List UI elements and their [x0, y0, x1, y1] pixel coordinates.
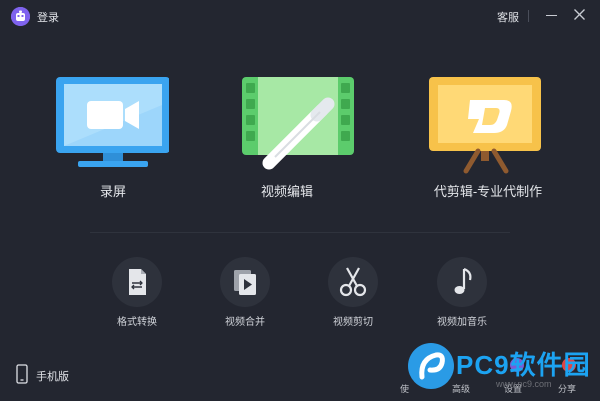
- feature-video-edit[interactable]: 视频编辑: [217, 75, 357, 205]
- file-convert-icon: [129, 269, 146, 295]
- mobile-version-label: 手机版: [36, 371, 69, 383]
- tool-add-music[interactable]: 视频加音乐: [422, 257, 502, 328]
- login-link[interactable]: 登录: [37, 9, 59, 25]
- tool-label: 格式转换: [117, 317, 157, 328]
- section-divider: [90, 232, 510, 233]
- tool-circle: [220, 257, 270, 307]
- tool-video-cut[interactable]: 视频剪切: [313, 257, 393, 328]
- support-link[interactable]: 客服: [497, 9, 519, 25]
- tool-label: 视频剪切: [333, 317, 373, 328]
- music-note-icon: [454, 267, 472, 294]
- watermark-logo-icon: [408, 343, 454, 389]
- scissors-icon: [339, 267, 367, 297]
- watermark-brand: PC9软件园: [456, 350, 591, 380]
- tool-format-convert[interactable]: 格式转换: [97, 257, 177, 328]
- watermark-url: www.pc9.com: [496, 379, 552, 389]
- easel-logo-icon: [429, 77, 541, 174]
- tool-video-merge[interactable]: 视频合并: [205, 257, 285, 328]
- feature-label-record: 录屏: [99, 184, 126, 199]
- avatar-icon[interactable]: [11, 7, 30, 26]
- feature-label-edit: 视频编辑: [260, 184, 313, 199]
- title-bar: 登录 客服: [0, 0, 600, 32]
- close-icon[interactable]: [574, 9, 585, 20]
- film-pen-icon: [242, 77, 354, 170]
- tool-label: 视频加音乐: [437, 317, 487, 328]
- watermark: PC9软件园 www.pc9.com: [408, 343, 600, 401]
- feature-screen-record[interactable]: 录屏: [43, 75, 183, 205]
- tool-circle: [112, 257, 162, 307]
- minimize-button[interactable]: [546, 15, 557, 16]
- monitor-video-icon: [56, 77, 169, 167]
- tool-label: 视频合并: [225, 317, 265, 328]
- tool-circle: [437, 257, 487, 307]
- feature-label-proxy: 代剪辑-专业代制作: [433, 184, 543, 199]
- video-merge-icon: [234, 270, 256, 295]
- tool-circle: [328, 257, 378, 307]
- feature-proxy-editing[interactable]: 代剪辑-专业代制作: [403, 75, 573, 205]
- phone-icon: [16, 364, 28, 384]
- titlebar-divider: [528, 10, 529, 22]
